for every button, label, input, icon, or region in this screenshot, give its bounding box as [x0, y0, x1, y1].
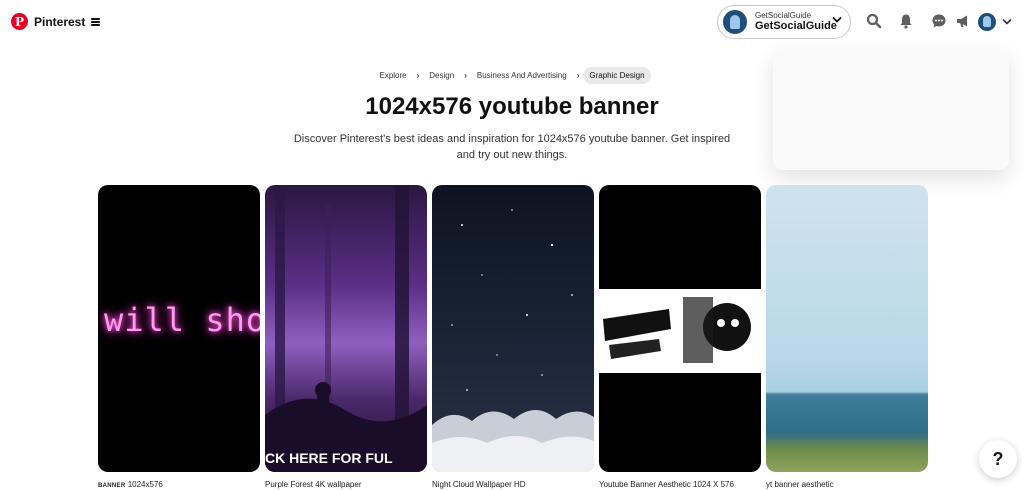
forest-illustration	[265, 185, 427, 472]
menu-icon[interactable]	[91, 17, 101, 26]
account-name: GetSocialGuide	[755, 20, 837, 33]
pin-card[interactable]: will sho BANNER 1024x576	[98, 185, 260, 489]
pin-image[interactable]	[766, 185, 928, 472]
page-title: 1024x576 youtube banner	[365, 93, 659, 120]
pin-caption[interactable]: BANNER 1024x576	[98, 480, 260, 489]
pin-card[interactable]: CK HERE FOR FUL Purple Forest 4K wallpap…	[265, 185, 427, 489]
notifications-button[interactable]	[896, 11, 916, 31]
pin-caption-text: 1024x576	[127, 480, 163, 489]
pin-image[interactable]	[432, 185, 594, 472]
anime-banner-graphic	[599, 289, 761, 373]
pin-overlay-text: CK HERE FOR FUL	[265, 450, 393, 466]
user-avatar[interactable]	[978, 13, 996, 31]
breadcrumb-item-business[interactable]: Business And Advertising	[471, 67, 573, 84]
pin-card[interactable]: yt banner aesthetic	[766, 185, 928, 489]
pin-caption[interactable]: Night Cloud Wallpaper HD	[432, 480, 594, 489]
account-avatar	[723, 10, 747, 34]
account-small-label: GetSocialGuide	[755, 10, 812, 20]
search-button[interactable]	[864, 11, 884, 31]
breadcrumb-item-design[interactable]: Design	[423, 67, 460, 84]
messages-button[interactable]	[929, 11, 949, 31]
pin-image[interactable]: CK HERE FOR FUL	[265, 185, 427, 472]
pin-caption-prefix: BANNER	[98, 483, 126, 489]
pinterest-logo-icon[interactable]: P	[11, 13, 28, 30]
night-sky-illustration	[432, 209, 594, 472]
breadcrumb: Explore › Design › Business And Advertis…	[0, 67, 1024, 84]
chevron-down-icon[interactable]	[832, 15, 842, 25]
pin-image[interactable]: will sho	[98, 185, 260, 472]
pin-image[interactable]	[599, 185, 761, 472]
pin-card[interactable]: Youtube Banner Aesthetic 1024 X 576	[599, 185, 761, 489]
chevron-right-icon: ›	[576, 71, 580, 80]
top-header: P Pinterest GetSocialGuide GetSocialGuid…	[0, 0, 1024, 46]
search-icon	[866, 13, 882, 29]
pin-card[interactable]: Night Cloud Wallpaper HD	[432, 185, 594, 489]
updates-button[interactable]	[953, 11, 973, 31]
megaphone-icon	[957, 15, 967, 27]
chevron-right-icon: ›	[464, 71, 467, 80]
bell-icon	[900, 14, 912, 29]
page-description: Discover Pinterest's best ideas and insp…	[293, 133, 731, 161]
brand-name[interactable]: Pinterest	[34, 15, 85, 29]
pin-overlay-text: will sho	[104, 301, 260, 339]
help-button[interactable]: ?	[979, 440, 1017, 478]
brand[interactable]: P Pinterest	[11, 13, 101, 30]
pin-caption[interactable]: yt banner aesthetic	[766, 480, 928, 489]
account-switcher[interactable]: GetSocialGuide GetSocialGuide	[717, 5, 851, 39]
chevron-right-icon: ›	[416, 71, 420, 80]
breadcrumb-item-explore[interactable]: Explore	[373, 67, 412, 84]
breadcrumb-item-current[interactable]: Graphic Design	[583, 67, 651, 84]
chevron-down-icon[interactable]	[1002, 17, 1012, 27]
pin-caption[interactable]: Purple Forest 4K wallpaper	[265, 480, 427, 489]
messages-icon	[932, 14, 946, 28]
account-text: GetSocialGuide GetSocialGuide	[755, 10, 837, 33]
pin-caption[interactable]: Youtube Banner Aesthetic 1024 X 576	[599, 480, 761, 489]
